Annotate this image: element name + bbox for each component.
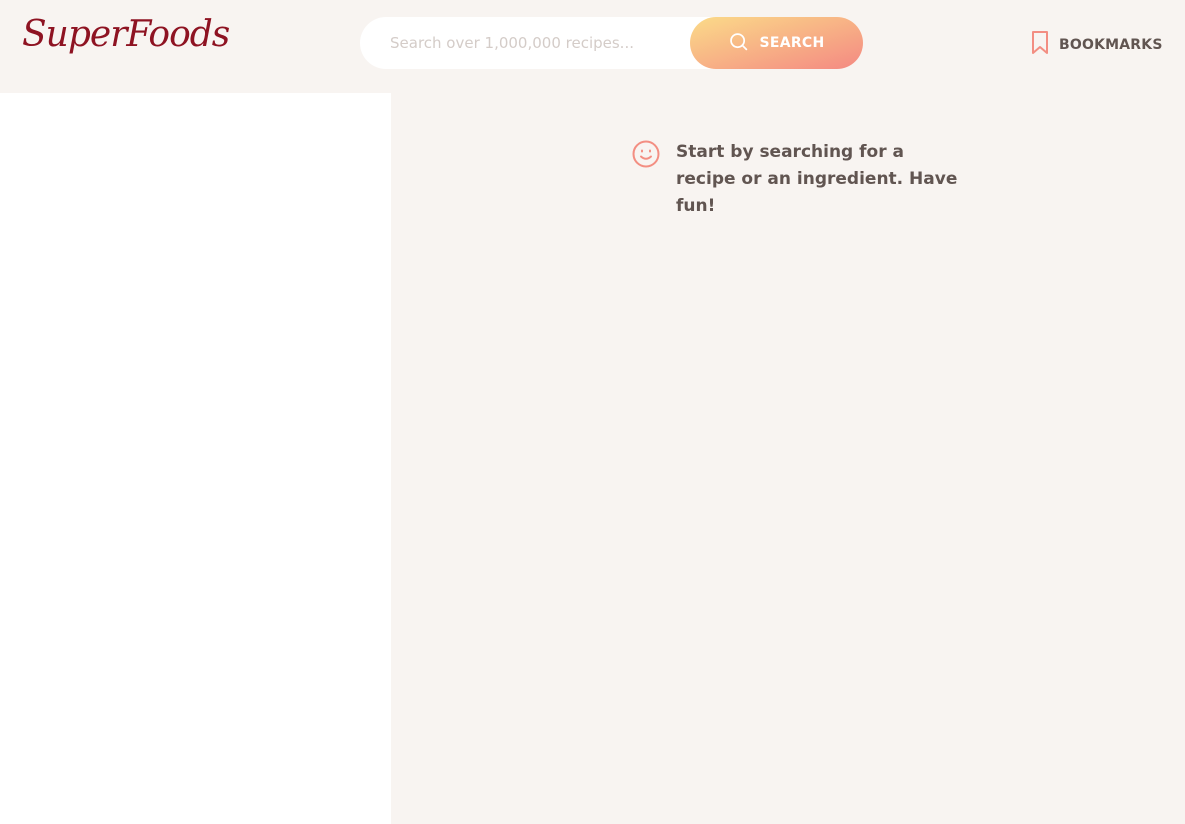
search-icon: [728, 31, 749, 55]
logo[interactable]: SuperFoods: [22, 14, 230, 55]
search-input[interactable]: [390, 34, 700, 52]
bookmarks-label: BOOKMARKS: [1059, 36, 1163, 53]
start-message-text: Start by searching for a recipe or an in…: [676, 142, 958, 216]
search-button-label: SEARCH: [759, 35, 825, 51]
start-message: Start by searching for a recipe or an in…: [631, 139, 966, 220]
search-form: SEARCH: [360, 17, 863, 69]
recipe-panel: Start by searching for a recipe or an in…: [391, 93, 1185, 824]
bookmark-icon: [1030, 30, 1050, 59]
header: SuperFoods SEARCH BOOKMARKS: [0, 0, 1185, 93]
bookmarks-button[interactable]: BOOKMARKS: [1030, 30, 1163, 59]
search-results-panel: [0, 93, 391, 824]
smile-icon: [631, 139, 661, 173]
search-button[interactable]: SEARCH: [690, 17, 863, 69]
